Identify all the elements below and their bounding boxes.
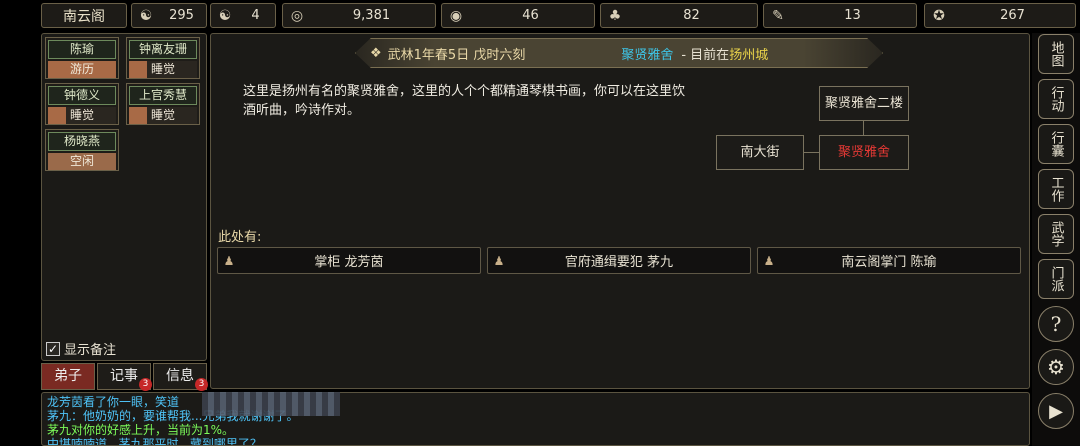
npc-button[interactable]: ♟ 掌柜 龙芳茵 (217, 247, 481, 274)
play-button[interactable]: ▶ (1038, 393, 1074, 429)
disciple-card[interactable]: 上官秀慧 睡觉 (126, 83, 200, 125)
location-header: ❖ 武林1年春5日 戊时六刻 聚贤雅舍 - 目前在 扬州城 (355, 38, 883, 68)
diamond-icon: ❖ (370, 45, 382, 61)
help-button[interactable]: ? (1038, 306, 1074, 342)
map-connector-vertical (863, 121, 864, 136)
map-room-west-label: 南大街 (740, 145, 780, 160)
coin-icon: ◎ (290, 7, 304, 24)
gear-icon: ⚙ (1047, 355, 1065, 379)
sidebar-button-3[interactable]: 工作 (1038, 169, 1074, 209)
disciple-status: 游历 (48, 61, 116, 78)
disciple-card[interactable]: 杨晓燕 空闲 (45, 129, 119, 171)
sidebar-label: 门派 (1048, 266, 1064, 292)
yin-yang-icon: ☯ (218, 7, 232, 24)
sect-name[interactable]: 南云阁 (41, 3, 127, 28)
location-description: 这里是扬州有名的聚贤雅舍，这里的人个个都精通琴棋书画，你可以在这里饮酒听曲，吟诗… (243, 84, 686, 118)
disciple-status: 睡觉 (129, 61, 197, 78)
disciple-name: 钟德义 (48, 86, 116, 105)
play-icon: ▶ (1049, 400, 1063, 422)
stat-ore[interactable]: ✪ 267 (924, 3, 1076, 28)
show-notes-toggle[interactable]: ✓ 显示备注 (46, 339, 116, 358)
sidebar-button-5[interactable]: 门派 (1038, 259, 1074, 299)
stat-food-bowl[interactable]: ◉ 46 (441, 3, 595, 28)
location-name: 聚贤雅舍 (621, 47, 674, 63)
sidebar-button-1[interactable]: 行动 (1038, 79, 1074, 119)
game-date: 武林1年春5日 戊时六刻 (387, 47, 526, 63)
map-room-west[interactable]: 南大街 (716, 135, 804, 170)
tab-0[interactable]: 弟子 (41, 363, 95, 390)
sidebar-button-0[interactable]: 地图 (1038, 34, 1074, 74)
show-notes-label: 显示备注 (64, 343, 117, 358)
stat-value: 46 (522, 8, 539, 23)
person-icon: ♟ (493, 253, 505, 268)
disciple-name: 钟离友珊 (129, 40, 197, 59)
map-connector-horizontal (804, 152, 819, 153)
tab-1[interactable]: 记事 3 (97, 363, 152, 391)
stat-value: 9,381 (352, 8, 391, 23)
scroll-icon: ✎ (772, 7, 784, 24)
present-label: 此处有: (218, 230, 262, 245)
reputation-icon: ☯ (139, 7, 153, 24)
sidebar-label: 武学 (1048, 221, 1064, 247)
map-room-current: 聚贤雅舍 (819, 135, 909, 170)
blur-overlay (202, 392, 340, 416)
disciple-name: 上官秀慧 (129, 86, 197, 105)
checkbox-icon: ✓ (46, 341, 60, 356)
sidebar-label: 行囊 (1048, 131, 1064, 157)
sidebar-label: 地图 (1048, 41, 1064, 67)
stat-herb[interactable]: ♣ 82 (600, 3, 758, 28)
disciple-name: 杨晓燕 (48, 132, 116, 151)
stat-reputation[interactable]: ☯ 295 (131, 3, 207, 28)
log-line: 茅九：他奶奶的，要谁帮我...兄弟我就谢谢了。 (47, 409, 299, 423)
npc-name: 官府通缉要犯 茅九 (564, 255, 674, 270)
food-bowl-icon: ◉ (449, 7, 463, 24)
person-icon: ♟ (223, 253, 235, 268)
log-line: 茅九对你的好感上升，当前为1%。 (47, 423, 235, 437)
stat-coin[interactable]: ◎ 9,381 (282, 3, 436, 28)
map-room-north[interactable]: 聚贤雅舍二楼 (819, 86, 909, 121)
disciple-card[interactable]: 钟离友珊 睡觉 (126, 37, 200, 79)
disciple-status: 空闲 (48, 153, 116, 170)
stat-value: 82 (683, 8, 700, 23)
disciple-card[interactable]: 陈瑜 游历 (45, 37, 119, 79)
log-line: 龙芳茵看了你一眼，笑道 (47, 395, 180, 409)
stat-scroll[interactable]: ✎ 13 (763, 3, 917, 28)
sect-name-label: 南云阁 (63, 8, 105, 25)
log-line: 中堪喃喃道...茅九那平时...藏到哪里了？ (47, 437, 262, 446)
disciple-name: 陈瑜 (48, 40, 116, 59)
npc-button[interactable]: ♟ 官府通缉要犯 茅九 (487, 247, 751, 274)
sidebar-label: 行动 (1048, 86, 1064, 112)
notification-badge: 3 (195, 378, 208, 391)
sidebar-button-4[interactable]: 武学 (1038, 214, 1074, 254)
question-icon: ? (1050, 312, 1062, 336)
tab-label: 信息 (166, 368, 194, 384)
message-log[interactable]: 龙芳茵看了你一眼，笑道 茅九：他奶奶的，要谁帮我...兄弟我就谢谢了。 茅九对你的好… (41, 392, 1030, 446)
tab-label: 记事 (110, 368, 138, 384)
tab-label: 弟子 (54, 368, 82, 384)
person-icon: ♟ (763, 253, 775, 268)
stat-yin-yang[interactable]: ☯ 4 (210, 3, 276, 28)
stat-value: 295 (169, 8, 194, 23)
ore-icon: ✪ (933, 7, 945, 24)
stat-value: 267 (1000, 8, 1025, 23)
location-prefix: - 目前在 (681, 47, 730, 63)
notification-badge: 3 (139, 378, 152, 391)
npc-name: 南云阁掌门 陈瑜 (841, 255, 937, 270)
city-name: 扬州城 (729, 47, 769, 63)
map-room-north-label: 聚贤雅舍二楼 (824, 96, 903, 111)
sidebar-button-2[interactable]: 行囊 (1038, 124, 1074, 164)
stat-value: 13 (844, 8, 861, 23)
map-room-current-label: 聚贤雅舍 (837, 145, 890, 160)
stat-value: 4 (251, 8, 260, 23)
disciple-card[interactable]: 钟德义 睡觉 (45, 83, 119, 125)
settings-button[interactable]: ⚙ (1038, 349, 1074, 385)
npc-button[interactable]: ♟ 南云阁掌门 陈瑜 (757, 247, 1021, 274)
npc-name: 掌柜 龙芳茵 (314, 255, 384, 270)
sidebar-label: 工作 (1048, 176, 1064, 202)
disciple-status: 睡觉 (129, 107, 197, 124)
herb-icon: ♣ (608, 7, 622, 24)
tab-2[interactable]: 信息 3 (153, 363, 208, 391)
disciple-status: 睡觉 (48, 107, 116, 124)
